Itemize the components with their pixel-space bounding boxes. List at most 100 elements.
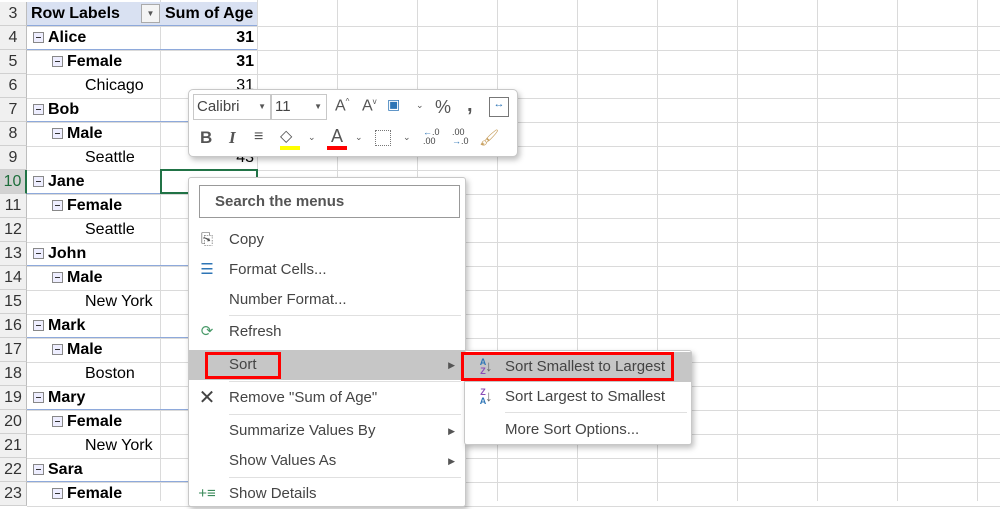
context-menu-item[interactable]: ✕ Remove "Sum of Age" bbox=[189, 383, 465, 413]
italic-button[interactable]: I bbox=[229, 128, 236, 148]
row-header[interactable]: 15 bbox=[0, 290, 27, 314]
context-menu-item[interactable]: Summarize Values By ▶ bbox=[189, 416, 465, 446]
pivot-row-label: Male bbox=[52, 338, 103, 362]
menu-separator bbox=[229, 315, 461, 316]
decrease-decimal-icon[interactable]: .00 →.0 bbox=[452, 128, 469, 146]
fill-color-icon[interactable]: ◇ bbox=[280, 126, 300, 150]
row-header[interactable]: 16 bbox=[0, 314, 27, 338]
row-header[interactable]: 17 bbox=[0, 338, 27, 362]
chevron-down-icon[interactable]: ⌄ bbox=[308, 132, 316, 143]
pivot-row-label: Sara bbox=[33, 458, 83, 482]
increase-font-size-icon[interactable]: A^ bbox=[335, 97, 349, 115]
collapse-icon[interactable] bbox=[33, 248, 44, 259]
collapse-icon[interactable] bbox=[33, 32, 44, 43]
row-gridline bbox=[27, 482, 1000, 483]
row-header[interactable]: 3 bbox=[0, 2, 27, 26]
collapse-icon[interactable] bbox=[33, 176, 44, 187]
filter-dropdown-button[interactable]: ▼ bbox=[141, 4, 160, 23]
row-header[interactable]: 18 bbox=[0, 362, 27, 386]
format-cells-icon: ☰ bbox=[200, 261, 214, 278]
menu-item-label: Sort Largest to Smallest bbox=[505, 388, 666, 405]
collapse-icon[interactable] bbox=[33, 320, 44, 331]
menu-item-label: Remove "Sum of Age" bbox=[229, 389, 378, 406]
row-header[interactable]: 13 bbox=[0, 242, 27, 266]
highlight-box bbox=[461, 352, 674, 381]
context-menu-item[interactable]: ⟳ Refresh bbox=[189, 317, 465, 347]
context-menu: Search the menus ⎘ Copy ☰ Format Cells... Nu… bbox=[188, 177, 466, 507]
row-header[interactable]: 9 bbox=[0, 146, 27, 170]
pivot-row-label: John bbox=[33, 242, 86, 266]
collapse-icon[interactable] bbox=[33, 392, 44, 403]
sort-submenu: A Z ↓ Sort Smallest to Largest Z A ↓ Sort Large… bbox=[461, 350, 692, 445]
row-header[interactable]: 12 bbox=[0, 218, 27, 242]
collapse-icon[interactable] bbox=[52, 56, 63, 67]
menu-separator bbox=[505, 412, 687, 413]
collapse-icon[interactable] bbox=[52, 272, 63, 283]
collapse-icon[interactable] bbox=[52, 344, 63, 355]
row-gridline bbox=[27, 26, 1000, 27]
row-gridline bbox=[27, 74, 1000, 75]
row-header[interactable]: 10 bbox=[0, 170, 27, 194]
pivot-row-label: Female bbox=[52, 50, 122, 74]
row-header[interactable]: 8 bbox=[0, 122, 27, 146]
sort-submenu-item[interactable]: More Sort Options... bbox=[465, 415, 691, 445]
comma-style-button[interactable]: , bbox=[467, 94, 473, 117]
decrease-font-size-icon[interactable]: Av bbox=[362, 97, 377, 115]
row-gridline bbox=[27, 266, 1000, 267]
row-header[interactable]: 23 bbox=[0, 482, 27, 506]
row-header[interactable]: 19 bbox=[0, 386, 27, 410]
row-header[interactable]: 11 bbox=[0, 194, 27, 218]
bold-button[interactable]: B bbox=[200, 128, 212, 148]
collapse-icon[interactable] bbox=[52, 416, 63, 427]
menu-item-label: Number Format... bbox=[229, 291, 347, 308]
font-name-value: Calibri bbox=[197, 98, 240, 115]
collapse-icon[interactable] bbox=[33, 104, 44, 115]
sort-submenu-item[interactable]: Z A ↓ Sort Largest to Smallest bbox=[465, 382, 691, 412]
collapse-icon[interactable] bbox=[52, 200, 63, 211]
menu-item-label: Copy bbox=[229, 231, 265, 248]
row-header[interactable]: 7 bbox=[0, 98, 27, 122]
pivot-value: 31 bbox=[236, 53, 254, 70]
collapse-icon[interactable] bbox=[52, 488, 63, 499]
context-menu-item[interactable]: Sort ▶ bbox=[189, 350, 465, 380]
column-gridline bbox=[817, 0, 818, 501]
borders-icon[interactable] bbox=[375, 130, 391, 146]
search-menus-input[interactable]: Search the menus bbox=[199, 185, 460, 218]
sort-submenu-item[interactable]: A Z ↓ Sort Smallest to Largest bbox=[461, 352, 691, 382]
font-color-icon[interactable]: A bbox=[327, 126, 347, 150]
row-gridline bbox=[27, 458, 1000, 459]
submenu-arrow-icon: ▶ bbox=[448, 360, 455, 370]
row-header[interactable]: 20 bbox=[0, 410, 27, 434]
pivot-row-label: New York bbox=[85, 293, 153, 310]
row-labels-header: Row Labels bbox=[31, 5, 120, 22]
pivot-row-label: Seattle bbox=[85, 149, 135, 166]
row-header[interactable]: 6 bbox=[0, 74, 27, 98]
row-header[interactable]: 21 bbox=[0, 434, 27, 458]
row-header[interactable]: 14 bbox=[0, 266, 27, 290]
collapse-icon[interactable] bbox=[33, 464, 44, 475]
context-menu-item[interactable]: +≡ Show Details bbox=[189, 479, 465, 509]
context-menu-item[interactable]: ⎘ Copy bbox=[189, 225, 465, 255]
context-menu-item[interactable]: Show Values As ▶ bbox=[189, 446, 465, 476]
wrap-text-icon[interactable]: ↔ bbox=[489, 97, 509, 117]
menu-separator bbox=[229, 477, 461, 478]
context-menu-item[interactable]: ☰ Format Cells... bbox=[189, 255, 465, 285]
pivot-row-label: Seattle bbox=[85, 221, 135, 238]
font-name-dropdown[interactable]: Calibri ▼ bbox=[193, 94, 271, 120]
chevron-down-icon[interactable]: ⌄ bbox=[355, 132, 363, 143]
row-header[interactable]: 5 bbox=[0, 50, 27, 74]
chevron-down-icon[interactable]: ⌄ bbox=[416, 100, 424, 111]
align-center-icon[interactable]: ≡ bbox=[254, 128, 263, 146]
row-header[interactable]: 4 bbox=[0, 26, 27, 50]
chevron-down-icon[interactable]: ⌄ bbox=[403, 132, 411, 143]
collapse-icon[interactable] bbox=[52, 128, 63, 139]
percent-style-button[interactable]: % bbox=[435, 97, 451, 118]
menu-item-label: Refresh bbox=[229, 323, 282, 340]
context-menu-item[interactable]: Number Format... bbox=[189, 285, 465, 315]
accounting-format-icon[interactable]: ▣ bbox=[387, 96, 400, 113]
pivot-row-label: Male bbox=[52, 122, 103, 146]
font-size-dropdown[interactable]: 11 ▼ bbox=[271, 94, 327, 120]
increase-decimal-icon[interactable]: ←.0.00 bbox=[423, 128, 440, 146]
format-painter-icon[interactable]: 🖌 bbox=[479, 128, 499, 148]
row-header[interactable]: 22 bbox=[0, 458, 27, 482]
